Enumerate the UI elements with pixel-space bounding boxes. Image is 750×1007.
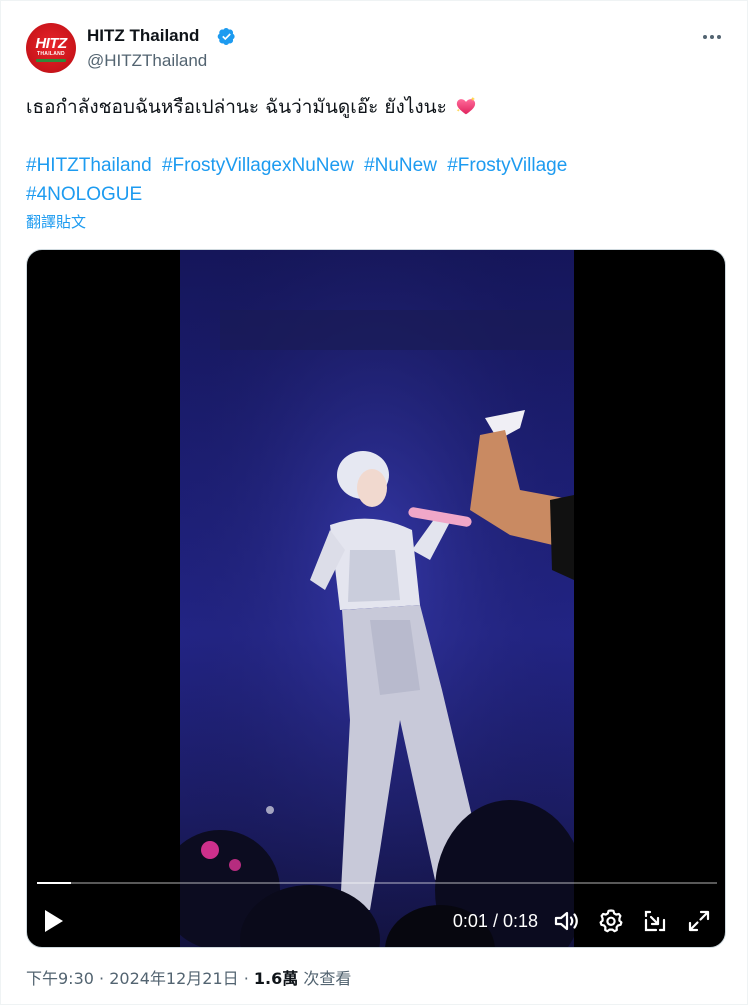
avatar-logo-strip — [36, 59, 66, 62]
tweet-card: HITZ THAILAND HITZ Thailand @HITZThailan… — [0, 0, 748, 1005]
author-handle[interactable]: @HITZThailand — [87, 50, 207, 72]
hashtag-link[interactable]: #FrostyVillage — [447, 155, 567, 176]
hashtag-link[interactable]: #FrostyVillagexNuNew — [162, 155, 354, 176]
video-time-readout: 0:01 / 0:18 — [453, 909, 538, 933]
more-options-icon[interactable] — [699, 27, 725, 47]
hashtag-link[interactable]: #NuNew — [364, 155, 437, 176]
avatar-logo-subtext: THAILAND — [37, 51, 65, 57]
sparkling-heart-icon — [456, 96, 476, 115]
settings-gear-icon[interactable] — [597, 907, 625, 935]
video-duration: 0:18 — [502, 911, 538, 931]
video-frame[interactable] — [180, 250, 574, 947]
meta-separator: · — [93, 969, 110, 988]
tweet-date[interactable]: 2024年12月21日 — [109, 969, 238, 988]
video-progress-track[interactable] — [37, 882, 717, 884]
hashtag-link[interactable]: #HITZThailand — [26, 155, 152, 176]
video-current-time: 0:01 — [452, 911, 488, 931]
views-count: 1.6萬 — [253, 969, 299, 988]
author-display-name[interactable]: HITZ Thailand — [87, 25, 199, 47]
video-progress-fill — [37, 882, 71, 884]
tweet-meta: 下午9:30 · 2024年12月21日 · 1.6萬 次查看 — [26, 968, 351, 990]
translate-post-link[interactable]: 翻譯貼文 — [26, 211, 86, 233]
tweet-text-body: เธอกำลังชอบฉันหรือเปล่านะ ฉันว่ามันดูเอ๊… — [26, 96, 447, 118]
more-dot — [710, 35, 714, 39]
hashtag-link[interactable]: #4NOLOGUE — [26, 184, 142, 205]
tweet-text: เธอกำลังชอบฉันหรือเปล่านะ ฉันว่ามันดูเอ๊… — [26, 93, 477, 121]
verified-badge-icon — [217, 28, 235, 45]
video-player[interactable]: 0:01 / 0:18 — [26, 249, 726, 948]
picture-in-picture-icon[interactable] — [641, 907, 669, 935]
tweet-time[interactable]: 下午9:30 — [26, 969, 94, 988]
views-label: 次查看 — [303, 969, 352, 988]
more-dot — [703, 35, 707, 39]
video-scene-image — [180, 250, 574, 947]
play-icon[interactable] — [41, 907, 67, 935]
more-dot — [717, 35, 721, 39]
hashtags: #HITZThailand #FrostyVillagexNuNew #NuNe… — [26, 151, 726, 209]
video-time-separator: / — [487, 911, 503, 931]
fullscreen-icon[interactable] — [685, 907, 713, 935]
volume-icon[interactable] — [552, 907, 580, 935]
avatar-logo-text: HITZ — [35, 35, 67, 52]
meta-separator: · — [238, 969, 254, 988]
avatar[interactable]: HITZ THAILAND — [26, 23, 76, 73]
